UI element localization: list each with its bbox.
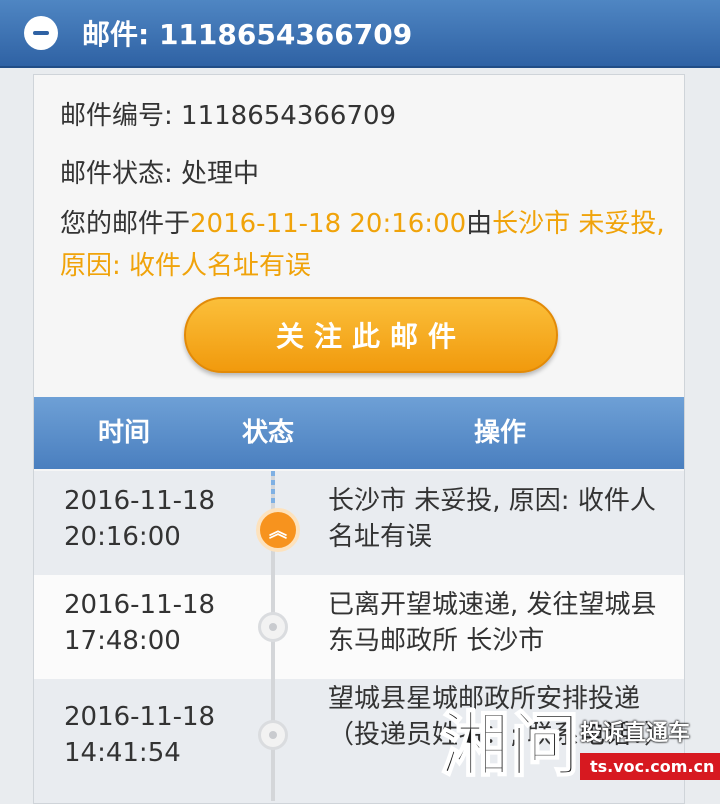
desc-mid: 由 [466,209,493,239]
app-header: 邮件: 1118654366709 [0,0,720,68]
header-status: 状态 [242,418,295,448]
row-time-text: 20:16:00 [64,522,181,552]
mail-number-row: 邮件编号: 1118654366709 [60,87,684,145]
header-time: 时间 [98,418,151,448]
table-row: 2016-11-18 17:48:00 已离开望城速递, 发往望城县东马邮政所 … [34,575,684,679]
row-time: 2016-11-18 20:16:00 [64,483,215,555]
mail-status-value: 处理中 [181,159,260,189]
double-chevron-up-icon: ︽ [256,508,300,552]
desc-time: 2016-11-18 20:16:00 [190,209,467,239]
row-action: 长沙市 未妥投, 原因: 收件人名址有误 [328,486,656,552]
row-action: 已离开望城速递, 发往望城县东马邮政所 长沙市 [328,590,657,656]
page-title: 邮件: 1118654366709 [82,18,413,51]
mail-number-label: 邮件编号: [60,101,173,131]
mail-status-description: 您的邮件于2016-11-18 20:16:00由长沙市 未妥投, 原因: 收件… [60,203,684,287]
row-date-text: 2016-11-18 [64,486,216,516]
header-action: 操作 [474,418,527,448]
mail-status-row: 邮件状态: 处理中 [60,145,684,203]
dot-icon [258,720,288,750]
mail-info: 邮件编号: 1118654366709 邮件状态: 处理中 您的邮件于2016-… [34,75,684,287]
tracking-table-header: 时间 状态 操作 [34,397,684,469]
mail-number-value: 1118654366709 [181,101,397,131]
dot-icon [258,612,288,642]
watermark-site: ts.voc.com.cn [580,753,720,780]
watermark-logo: 湘问 投诉直通车 ts.voc.com.cn [439,704,720,800]
mail-status-label: 邮件状态: [60,159,173,189]
minus-circle-icon[interactable] [24,16,58,50]
desc-prefix: 您的邮件于 [60,209,191,239]
row-date-text: 2016-11-18 [64,590,216,620]
mail-detail-card: 邮件编号: 1118654366709 邮件状态: 处理中 您的邮件于2016-… [33,74,685,804]
row-time: 2016-11-18 14:41:54 [64,699,215,771]
row-time-text: 14:41:54 [64,738,181,768]
row-time-text: 17:48:00 [64,626,181,656]
timeline-dash [271,471,275,507]
watermark-slogan: 投诉直通车 [580,721,691,746]
row-date-text: 2016-11-18 [64,702,216,732]
row-time: 2016-11-18 17:48:00 [64,587,215,659]
follow-mail-button[interactable]: 关注此邮件 [184,297,558,373]
table-row: 2016-11-18 20:16:00 长沙市 未妥投, 原因: 收件人名址有误 [34,471,684,575]
watermark-logo-text: 湘问 [439,704,581,786]
